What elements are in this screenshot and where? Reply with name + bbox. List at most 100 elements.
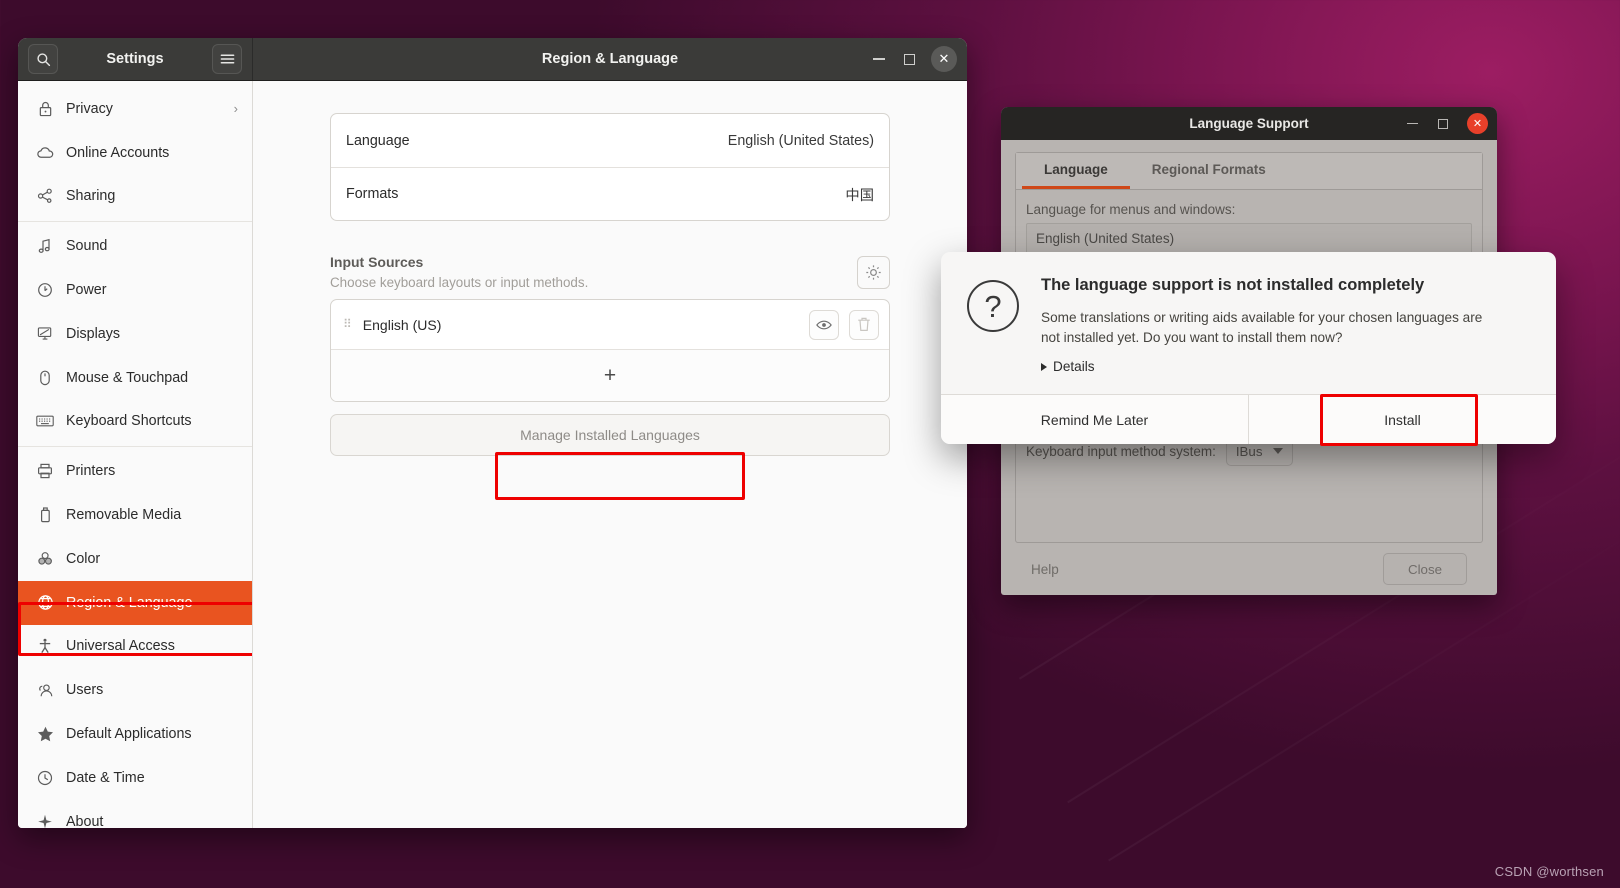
settings-titlebar-left: Settings — [18, 38, 253, 80]
sidebar-item-label: Power — [66, 282, 107, 299]
sidebar-item-online-accounts[interactable]: Online Accounts — [18, 131, 252, 175]
eye-icon[interactable] — [809, 309, 839, 340]
close-button[interactable]: Close — [1383, 553, 1467, 585]
globe-icon — [36, 594, 54, 612]
remind-me-later-button[interactable]: Remind Me Later — [941, 395, 1248, 444]
annotation-manage-languages — [495, 452, 745, 500]
sidebar-item-label: Displays — [66, 325, 121, 342]
input-sources-card: ⠿ English (US) + — [330, 299, 890, 402]
settings-sidebar: Privacy › Online Accounts Sharing Sound … — [18, 81, 253, 828]
sidebar-item-label: Color — [66, 550, 101, 567]
sidebar-item-about[interactable]: About — [18, 800, 252, 828]
keyboard-icon — [36, 412, 54, 430]
hamburger-menu-icon[interactable] — [212, 44, 242, 74]
accessibility-icon — [36, 637, 54, 655]
music-note-icon — [36, 237, 54, 255]
sidebar-item-printers[interactable]: Printers — [18, 449, 252, 493]
watermark: CSDN @worthsen — [1494, 864, 1604, 879]
sidebar-item-label: Printers — [66, 463, 116, 480]
settings-window: Settings Region & Language ✕ Privacy › O… — [18, 38, 967, 828]
triangle-right-icon — [1041, 362, 1047, 371]
formats-row[interactable]: Formats 中国 — [331, 167, 889, 220]
sidebar-item-label: Date & Time — [66, 769, 145, 786]
tab-language[interactable]: Language — [1022, 153, 1130, 189]
modal-body: ? The language support is not installed … — [941, 252, 1556, 394]
close-icon[interactable]: ✕ — [1467, 113, 1488, 134]
install-button[interactable]: Install — [1248, 395, 1556, 444]
input-source-name: English (US) — [362, 316, 442, 333]
star-icon — [36, 725, 54, 743]
sidebar-item-label: Users — [66, 682, 104, 699]
drag-handle-icon[interactable]: ⠿ — [343, 318, 353, 330]
sidebar-item-universal-access[interactable]: Universal Access — [18, 625, 252, 669]
sidebar-item-label: Removable Media — [66, 507, 182, 524]
input-sources-header: Input Sources Choose keyboard layouts or… — [330, 254, 890, 290]
sidebar-group-3: Printers Removable Media Color Region & … — [18, 447, 252, 828]
settings-titlebar-right: Region & Language ✕ — [253, 38, 967, 80]
add-input-source-button[interactable]: + — [331, 349, 889, 401]
close-icon[interactable]: ✕ — [931, 46, 957, 72]
printer-icon — [36, 462, 54, 480]
minimize-icon[interactable] — [1405, 117, 1419, 131]
power-icon — [36, 281, 54, 299]
language-support-tabs: Language Regional Formats — [1016, 153, 1482, 190]
list-item[interactable]: English (United States) — [1027, 227, 1471, 250]
sidebar-item-region-and-language[interactable]: Region & Language — [18, 580, 252, 625]
sidebar-item-label: About — [66, 813, 104, 828]
input-sources-title: Input Sources — [330, 254, 424, 270]
lock-icon — [36, 100, 54, 118]
language-formats-card: Language English (United States) Formats… — [330, 113, 890, 221]
sidebar-item-sharing[interactable]: Sharing — [18, 175, 252, 219]
language-support-modal: ? The language support is not installed … — [941, 252, 1556, 444]
sidebar-group-2: Sound Power Displays Mouse & Touchpad Ke… — [18, 222, 252, 448]
sidebar-item-color[interactable]: Color — [18, 537, 252, 581]
sidebar-item-power[interactable]: Power — [18, 268, 252, 312]
keyboard-input-method-label: Keyboard input method system: — [1026, 443, 1216, 459]
gear-icon[interactable] — [857, 256, 890, 289]
sidebar-item-displays[interactable]: Displays — [18, 312, 252, 356]
sidebar-item-label: Privacy — [66, 100, 113, 117]
language-row-label: Language — [346, 132, 410, 149]
modal-message: Some translations or writing aids availa… — [1041, 310, 1483, 345]
sidebar-item-date-and-time[interactable]: Date & Time — [18, 756, 252, 800]
trash-icon — [849, 309, 879, 340]
input-sources-header-text: Input Sources Choose keyboard layouts or… — [330, 254, 857, 290]
modal-text: The language support is not installed co… — [1041, 276, 1530, 384]
usb-drive-icon — [36, 506, 54, 524]
sparkle-icon — [36, 813, 54, 828]
cloud-icon — [36, 144, 54, 162]
language-list-label: Language for menus and windows: — [1026, 202, 1236, 217]
sidebar-item-sound[interactable]: Sound — [18, 224, 252, 268]
sidebar-item-default-applications[interactable]: Default Applications — [18, 712, 252, 756]
settings-main-panel: Language English (United States) Formats… — [253, 81, 967, 828]
sidebar-item-label: Keyboard Shortcuts — [66, 413, 192, 430]
settings-titlebar: Settings Region & Language ✕ — [18, 38, 967, 81]
question-mark-icon: ? — [967, 280, 1019, 332]
display-icon — [36, 325, 54, 343]
keyboard-input-method-value: IBus — [1235, 443, 1263, 459]
language-support-footer: Help Close — [1015, 543, 1483, 595]
help-button[interactable]: Help — [1031, 562, 1059, 577]
maximize-icon[interactable] — [1436, 117, 1450, 131]
sidebar-item-privacy[interactable]: Privacy › — [18, 87, 252, 131]
language-row[interactable]: Language English (United States) — [331, 114, 889, 167]
minimize-icon[interactable] — [871, 51, 887, 67]
input-source-row[interactable]: ⠿ English (US) — [331, 300, 889, 349]
page-title: Region & Language — [541, 51, 679, 67]
tab-regional-formats[interactable]: Regional Formats — [1130, 153, 1288, 189]
input-sources-subtitle: Choose keyboard layouts or input methods… — [330, 275, 589, 290]
manage-installed-languages-button[interactable]: Manage Installed Languages — [330, 414, 890, 456]
sidebar-item-users[interactable]: Users — [18, 668, 252, 712]
settings-window-controls: ✕ — [871, 46, 957, 72]
sidebar-item-label: Universal Access — [66, 638, 175, 655]
details-disclosure[interactable]: Details — [1041, 359, 1530, 374]
region-language-panel: Language English (United States) Formats… — [330, 113, 890, 456]
language-support-window-controls: ✕ — [1405, 113, 1488, 134]
sidebar-item-label: Online Accounts — [66, 144, 170, 161]
sidebar-item-label: Region & Language — [66, 594, 193, 611]
search-icon[interactable] — [28, 44, 58, 74]
sidebar-item-keyboard-shortcuts[interactable]: Keyboard Shortcuts — [18, 400, 252, 444]
sidebar-item-mouse-touchpad[interactable]: Mouse & Touchpad — [18, 356, 252, 400]
maximize-icon[interactable] — [901, 51, 917, 67]
sidebar-item-removable-media[interactable]: Removable Media — [18, 493, 252, 537]
